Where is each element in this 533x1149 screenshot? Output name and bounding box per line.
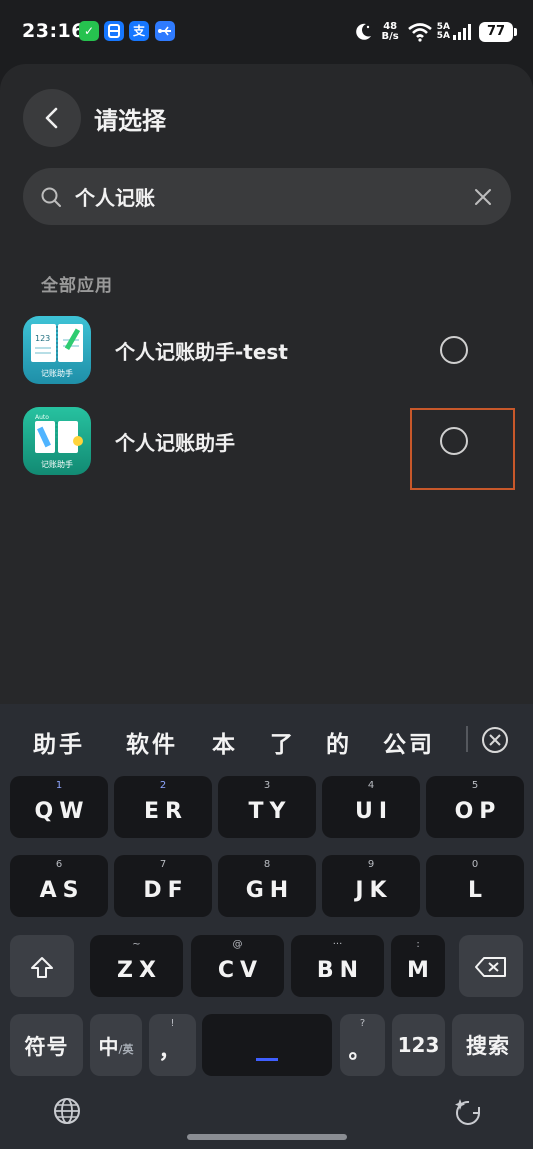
usb-icon [155,21,175,41]
backspace-key[interactable] [459,935,523,997]
ledger-app-icon: Auto 记账助手 [23,407,91,475]
shift-key[interactable] [10,935,74,997]
key-bn[interactable]: ··· BN [291,935,384,997]
keyboard-bottom-bar [0,1082,533,1149]
divider [466,726,468,752]
wifi-icon [407,23,432,42]
key-zx[interactable]: ~ ZX [90,935,183,997]
ledger-app-icon: 123 记账助手 [23,316,91,384]
key-m[interactable]: :M [391,935,445,997]
candidate-word[interactable]: 了 [270,725,296,759]
key-df[interactable]: 7 DF [114,855,212,917]
key-gh[interactable]: 8 GH [218,855,316,917]
back-button[interactable] [23,89,81,147]
section-label: 全部应用 [41,276,113,296]
home-indicator[interactable] [187,1134,347,1140]
app-list-item[interactable]: 123 记账助手 个人记账助手-test [0,310,533,390]
status-time: 23:16 [22,20,85,42]
signal-icon [453,24,471,40]
candidate-word[interactable]: 助手 [33,725,85,759]
highlight-box [410,408,515,490]
search-icon [41,187,61,207]
clear-icon[interactable] [473,187,493,207]
network-type: 5A 5A [436,22,450,41]
notification-app-icon [104,21,124,41]
candidate-word[interactable]: 公司 [383,725,435,759]
svg-text:123: 123 [35,334,50,343]
ai-assistant-icon[interactable] [452,1096,484,1128]
network-speed: 48 B/s [381,21,399,42]
key-ty[interactable]: 3 TY [218,776,316,838]
close-circle-icon[interactable] [481,726,509,754]
battery-icon: 77 [479,22,517,42]
key-cv[interactable]: @ CV [191,935,284,997]
candidate-bar: 助手 软件 本 了 的 公司 [0,704,533,774]
candidate-word[interactable]: 软件 [126,725,178,759]
chevron-left-icon [45,107,58,129]
key-qw[interactable]: 1 QW [10,776,108,838]
candidate-word[interactable]: 本 [212,725,238,759]
globe-icon[interactable] [52,1096,82,1126]
backspace-icon [475,957,506,977]
key-as[interactable]: 6 AS [10,855,108,917]
language-switch-key[interactable]: 中/英 [90,1014,142,1076]
moon-icon [355,23,371,40]
key-op[interactable]: 5 OP [426,776,524,838]
candidate-word[interactable]: 的 [326,725,352,759]
app-name: 个人记账助手-test [115,340,288,364]
search-bar[interactable] [23,168,511,225]
key-jk[interactable]: 9 JK [322,855,420,917]
radio-button[interactable] [440,336,468,364]
svg-text:Auto: Auto [35,414,49,421]
page-title: 请选择 [94,107,166,135]
app-name: 个人记账助手 [115,431,235,455]
wechat-icon: ✓ [79,21,99,41]
search-input[interactable] [75,176,455,216]
key-l[interactable]: 0L [426,855,524,917]
comma-key[interactable]: !， [149,1014,196,1076]
alipay-icon: 支 [129,21,149,41]
input-cursor [256,1057,278,1061]
app-picker-sheet: 请选择 全部应用 123 [0,64,533,704]
svg-text:记账助手: 记账助手 [41,368,73,378]
svg-text:记账助手: 记账助手 [41,459,73,469]
space-key[interactable] [202,1014,332,1076]
search-key[interactable]: 搜索 [452,1014,524,1076]
symbols-key[interactable]: 符号 [10,1014,83,1076]
key-er[interactable]: 2 ER [114,776,212,838]
status-bar: 23:16 ✓ 支 48 B/s 5A 5A 77 [0,0,533,64]
numbers-key[interactable]: 123 [392,1014,445,1076]
key-ui[interactable]: 4 UI [322,776,420,838]
shift-icon [31,957,53,978]
keyboard: 助手 软件 本 了 的 公司 1 QW 2 ER 3 TY 4 UI 5 OP 6 AS 7… [0,704,533,1149]
period-key[interactable]: ?。 [340,1014,385,1076]
